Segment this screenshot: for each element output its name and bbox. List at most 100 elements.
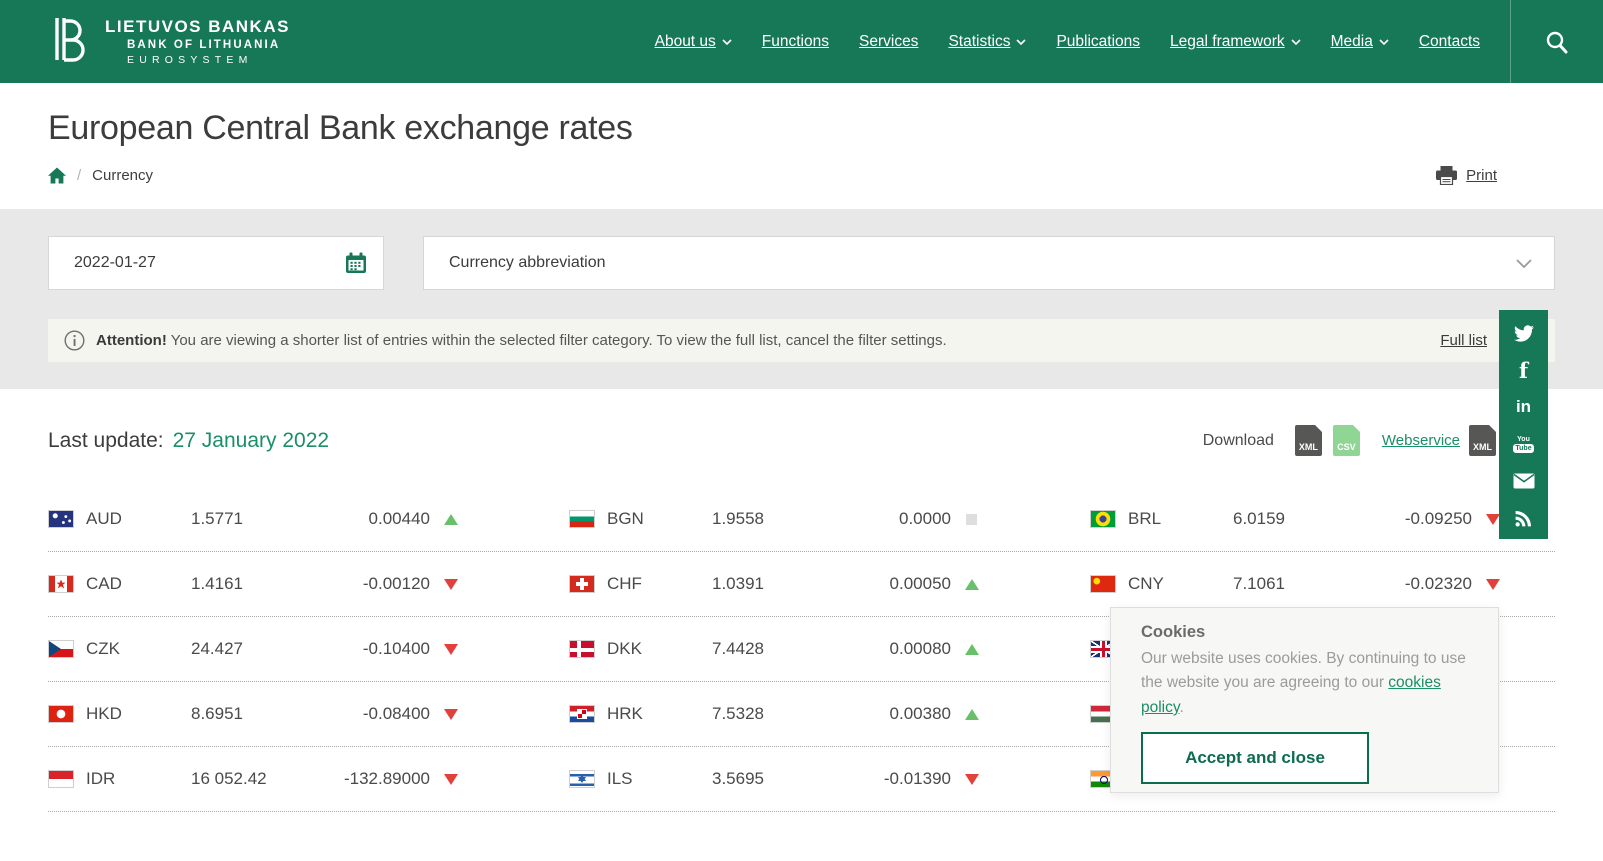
cookie-title: Cookies <box>1141 623 1468 642</box>
currency-change: -0.09250 <box>1386 509 1472 529</box>
youtube-icon[interactable]: YouTube <box>1512 433 1536 455</box>
rate-cell-aud: AUD1.5771 0.00440 <box>48 487 513 551</box>
no-change-icon <box>966 514 977 525</box>
rate-cell-idr: IDR16 052.42-132.89000 <box>48 747 513 811</box>
hk-flag-icon <box>48 705 74 723</box>
home-icon[interactable] <box>48 167 66 184</box>
brand-name-en: BANK OF LITHUANIA <box>105 39 290 52</box>
id-flag-icon <box>48 770 74 788</box>
nav-functions[interactable]: Functions <box>762 33 829 51</box>
cz-flag-icon <box>48 640 74 658</box>
linkedin-icon[interactable]: in <box>1512 396 1536 418</box>
currency-code: CHF <box>607 574 712 594</box>
currency-rate: 16 052.42 <box>191 769 316 789</box>
webservice-link[interactable]: Webservice <box>1382 432 1460 449</box>
info-icon <box>64 330 85 351</box>
breadcrumb: / Currency Print <box>48 166 1555 185</box>
up-arrow-icon <box>965 709 979 720</box>
currency-change: -0.01390 <box>865 769 951 789</box>
currency-rate: 1.5771 <box>191 509 316 529</box>
rate-cell-hkd: HKD8.6951 -0.08400 <box>48 682 513 746</box>
rate-cell-dkk: DKK7.44280.00080 <box>569 617 1034 681</box>
currency-rate: 1.0391 <box>712 574 837 594</box>
accept-and-close-button[interactable]: Accept and close <box>1141 732 1369 784</box>
rate-cell-cad: CAD1.4161-0.00120 <box>48 552 513 616</box>
br-flag-icon <box>1090 510 1116 528</box>
breadcrumb-separator: / <box>77 167 81 184</box>
currency-rate: 3.5695 <box>712 769 837 789</box>
chevron-down-icon <box>1379 39 1389 45</box>
filter-section: 2022-01-27 Currency abbreviation <box>0 209 1603 389</box>
update-row: Last update: 27 January 2022 Download XM… <box>48 425 1555 456</box>
currency-rate: 7.1061 <box>1233 574 1358 594</box>
down-arrow-icon <box>1486 579 1500 590</box>
social-sidebar: f in YouTube <box>1499 310 1548 539</box>
currency-code: ILS <box>607 769 712 789</box>
currency-change: 0.00050 <box>865 574 951 594</box>
currency-code: IDR <box>86 769 191 789</box>
currency-code: BGN <box>607 509 712 529</box>
down-arrow-icon <box>965 774 979 785</box>
currency-change: -0.08400 <box>344 704 430 724</box>
currency-rate: 1.9558 <box>712 509 837 529</box>
rate-cell-ils: ILS3.5695 -0.01390 <box>569 747 1034 811</box>
facebook-icon[interactable]: f <box>1512 359 1536 381</box>
dk-flag-icon <box>569 640 595 658</box>
email-icon[interactable] <box>1512 470 1536 492</box>
down-arrow-icon <box>444 709 458 720</box>
nav-contacts[interactable]: Contacts <box>1419 33 1480 51</box>
full-list-link[interactable]: Full list <box>1440 332 1487 349</box>
cookie-text: Our website uses cookies. By continuing … <box>1141 647 1468 720</box>
currency-change: -0.02320 <box>1386 574 1472 594</box>
rate-cell-czk: CZK24.427-0.10400 <box>48 617 513 681</box>
bank-logo[interactable]: LIETUVOS BANKAS BANK OF LITHUANIA EUROSY… <box>45 13 290 70</box>
up-arrow-icon <box>965 644 979 655</box>
nav-legal-framework[interactable]: Legal framework <box>1170 33 1301 51</box>
il-flag-icon <box>569 770 595 788</box>
breadcrumb-current: Currency <box>92 167 153 184</box>
brand-eurosystem: EUROSYSTEM <box>105 54 290 66</box>
nav-services[interactable]: Services <box>859 33 918 51</box>
rate-cell-brl: BRL6.0159-0.09250 <box>1090 487 1555 551</box>
rate-cell-chf: CHF1.0391 0.00050 <box>569 552 1034 616</box>
print-icon <box>1436 166 1457 185</box>
download-csv-icon[interactable]: CSV <box>1333 425 1360 456</box>
webservice-xml-icon[interactable]: XML <box>1469 425 1496 456</box>
calendar-icon[interactable] <box>345 252 367 274</box>
last-update-date-link[interactable]: 27 January 2022 <box>173 429 329 453</box>
currency-code: HKD <box>86 704 191 724</box>
main-nav: About us Functions Services Statistics P… <box>655 33 1480 51</box>
ca-flag-icon <box>48 575 74 593</box>
currency-change: -0.00120 <box>344 574 430 594</box>
date-input[interactable]: 2022-01-27 <box>48 236 384 290</box>
down-arrow-icon <box>1486 514 1500 525</box>
au-flag-icon <box>48 510 74 528</box>
currency-code: AUD <box>86 509 191 529</box>
currency-code: CZK <box>86 639 191 659</box>
date-value: 2022-01-27 <box>74 254 156 272</box>
currency-rate: 8.6951 <box>191 704 316 724</box>
currency-change: 0.00440 <box>344 509 430 529</box>
print-button[interactable]: Print <box>1466 167 1497 184</box>
currency-abbreviation-select[interactable]: Currency abbreviation <box>423 236 1555 290</box>
ch-flag-icon <box>569 575 595 593</box>
search-icon[interactable] <box>1545 30 1569 54</box>
rss-icon[interactable] <box>1512 507 1536 529</box>
currency-code: CAD <box>86 574 191 594</box>
chevron-down-icon <box>1016 39 1026 45</box>
currency-code: HRK <box>607 704 712 724</box>
download-xml-icon[interactable]: XML <box>1295 425 1322 456</box>
down-arrow-icon <box>444 644 458 655</box>
nav-about-us[interactable]: About us <box>655 33 732 51</box>
cn-flag-icon <box>1090 575 1116 593</box>
currency-rate: 7.4428 <box>712 639 837 659</box>
nav-statistics[interactable]: Statistics <box>948 33 1026 51</box>
nav-publications[interactable]: Publications <box>1056 33 1140 51</box>
currency-change: 0.0000 <box>865 509 951 529</box>
up-arrow-icon <box>444 514 458 525</box>
nav-media[interactable]: Media <box>1331 33 1389 51</box>
currency-select-placeholder: Currency abbreviation <box>449 254 606 272</box>
hr-flag-icon <box>569 705 595 723</box>
twitter-icon[interactable] <box>1512 322 1536 344</box>
chevron-down-icon <box>1516 259 1532 268</box>
